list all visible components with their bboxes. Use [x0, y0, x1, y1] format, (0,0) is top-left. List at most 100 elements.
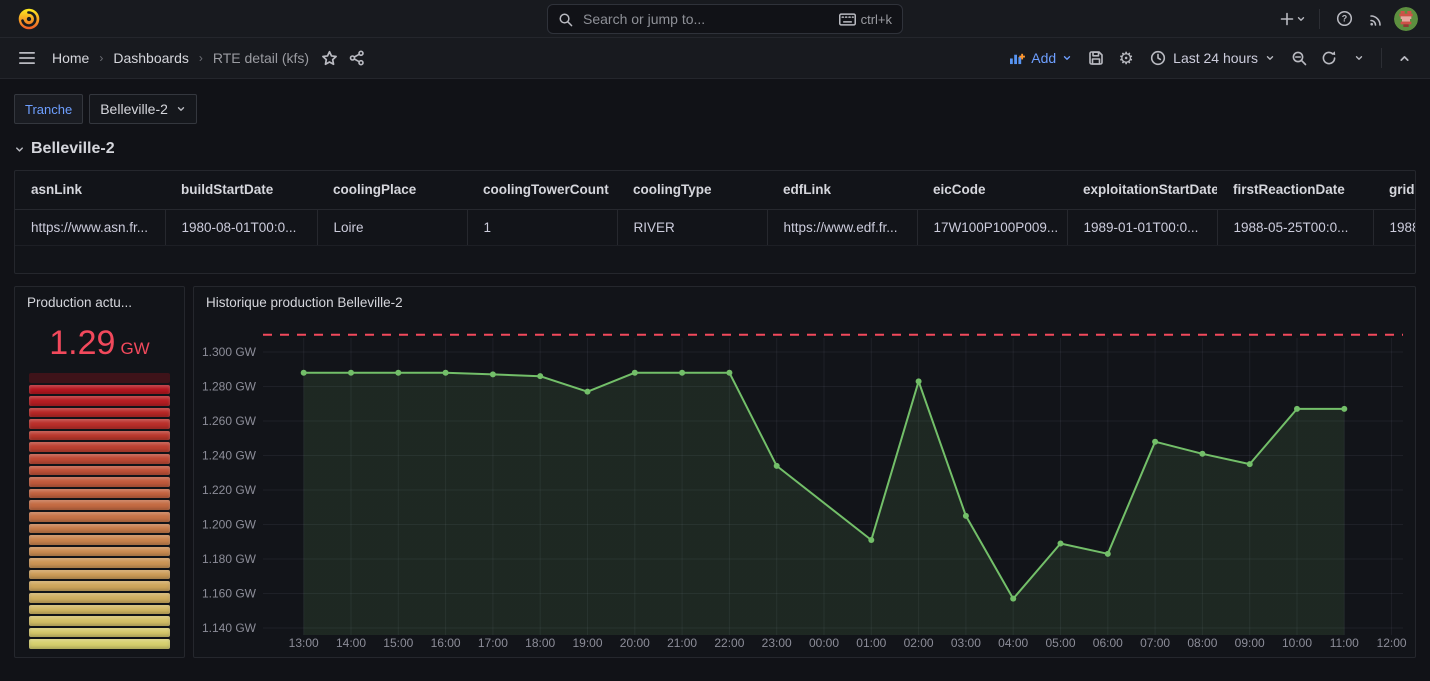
- data-point[interactable]: [443, 370, 449, 376]
- x-axis-tick-label: 22:00: [714, 636, 744, 650]
- time-range-picker[interactable]: Last 24 hours: [1142, 46, 1283, 70]
- data-point[interactable]: [963, 513, 969, 519]
- star-icon: [321, 50, 338, 67]
- grafana-logo-icon[interactable]: [16, 6, 42, 32]
- column-header[interactable]: edfLink: [767, 171, 917, 209]
- production-chart[interactable]: 1.300 GW1.280 GW1.260 GW1.240 GW1.220 GW…: [194, 318, 1415, 654]
- column-header[interactable]: eicCode: [917, 171, 1067, 209]
- data-point[interactable]: [774, 463, 780, 469]
- breadcrumb-home[interactable]: Home: [52, 50, 89, 66]
- x-axis-tick-label: 08:00: [1187, 636, 1217, 650]
- data-point[interactable]: [1247, 461, 1253, 467]
- refresh-button[interactable]: [1315, 44, 1343, 72]
- gauge-segment: [29, 570, 170, 580]
- search-icon: [558, 12, 573, 27]
- add-panel-button[interactable]: Add: [1001, 46, 1080, 70]
- table-cell: Loire: [317, 209, 467, 245]
- data-point[interactable]: [585, 389, 591, 395]
- data-point[interactable]: [1294, 406, 1300, 412]
- column-header[interactable]: coolingPlace: [317, 171, 467, 209]
- column-header[interactable]: asnLink: [15, 171, 165, 209]
- y-axis-tick-label: 1.280 GW: [202, 380, 257, 394]
- data-point[interactable]: [395, 370, 401, 376]
- data-point[interactable]: [301, 370, 307, 376]
- data-point[interactable]: [1010, 596, 1016, 602]
- save-dashboard-button[interactable]: [1082, 44, 1110, 72]
- y-axis-tick-label: 1.140 GW: [202, 621, 257, 635]
- data-point[interactable]: [1152, 439, 1158, 445]
- column-header[interactable]: coolingTowerCount: [467, 171, 617, 209]
- chevron-up-icon: [1398, 52, 1411, 65]
- column-header[interactable]: firstReactionDate: [1217, 171, 1373, 209]
- gauge-segment: [29, 605, 170, 615]
- mega-menu-button[interactable]: [12, 43, 42, 73]
- x-axis-tick-label: 17:00: [478, 636, 508, 650]
- refresh-interval-button[interactable]: [1345, 44, 1373, 72]
- column-header[interactable]: exploitationStartDate: [1067, 171, 1217, 209]
- gauge-segment: [29, 396, 170, 406]
- news-button[interactable]: [1362, 5, 1390, 33]
- time-range-label: Last 24 hours: [1173, 50, 1258, 66]
- data-point[interactable]: [1058, 540, 1064, 546]
- table-cell: 1988: [1373, 209, 1416, 245]
- column-header[interactable]: buildStartDate: [165, 171, 317, 209]
- gauge-value-unit: GW: [120, 339, 149, 358]
- reactor-info-table-panel: asnLinkbuildStartDatecoolingPlacecooling…: [14, 170, 1416, 274]
- top-actions: ?: [1277, 5, 1418, 33]
- gauge-panel-title[interactable]: Production actu...: [15, 287, 184, 318]
- data-point[interactable]: [490, 371, 496, 377]
- data-point[interactable]: [537, 373, 543, 379]
- plus-icon: [1280, 12, 1294, 26]
- zoom-out-time-button[interactable]: [1285, 44, 1313, 72]
- add-label: Add: [1031, 50, 1056, 66]
- data-point[interactable]: [726, 370, 732, 376]
- data-point[interactable]: [679, 370, 685, 376]
- search-input-box[interactable]: ctrl+k: [547, 4, 903, 34]
- avatar-pixel-art: [1394, 7, 1418, 31]
- keyboard-shortcut-hint: ctrl+k: [839, 12, 892, 27]
- column-header[interactable]: grid: [1373, 171, 1416, 209]
- share-icon: [349, 50, 365, 66]
- svg-text:?: ?: [1341, 14, 1346, 24]
- menu-icon: [18, 50, 36, 66]
- dashboard-row-toggle[interactable]: Belleville-2: [0, 124, 1430, 158]
- data-point[interactable]: [1105, 551, 1111, 557]
- data-point[interactable]: [868, 537, 874, 543]
- chevron-down-icon: [1265, 53, 1275, 63]
- gauge-segment: [29, 489, 170, 499]
- gauge-value-number: 1.29: [49, 324, 115, 362]
- chart-panel-title[interactable]: Historique production Belleville-2: [194, 287, 1415, 318]
- x-axis-tick-label: 21:00: [667, 636, 697, 650]
- dashboard-actions: [315, 44, 371, 72]
- x-axis-tick-label: 11:00: [1330, 636, 1359, 650]
- breadcrumb-separator: ›: [199, 51, 203, 65]
- breadcrumb-dashboards[interactable]: Dashboards: [113, 50, 189, 66]
- chevron-down-icon: [1296, 14, 1306, 24]
- user-avatar[interactable]: [1394, 7, 1418, 31]
- share-button[interactable]: [343, 44, 371, 72]
- favorite-button[interactable]: [315, 44, 343, 72]
- gauge-bars: [29, 373, 170, 649]
- production-gauge-panel: Production actu... 1.29 GW: [14, 286, 185, 658]
- data-point[interactable]: [916, 378, 922, 384]
- help-button[interactable]: ?: [1330, 5, 1358, 33]
- variable-value-dropdown[interactable]: Belleville-2: [89, 94, 197, 124]
- row-title: Belleville-2: [31, 140, 115, 158]
- y-axis-tick-label: 1.260 GW: [202, 414, 257, 428]
- data-point[interactable]: [1341, 406, 1347, 412]
- data-point[interactable]: [632, 370, 638, 376]
- chevron-down-icon: [14, 144, 25, 155]
- x-axis-tick-label: 10:00: [1282, 636, 1312, 650]
- gauge-segment: [29, 512, 170, 522]
- collapse-toolbar-button[interactable]: [1390, 44, 1418, 72]
- gauge-segment: [29, 408, 170, 418]
- new-button[interactable]: [1277, 5, 1309, 33]
- data-point[interactable]: [348, 370, 354, 376]
- x-axis-tick-label: 09:00: [1235, 636, 1265, 650]
- search-input[interactable]: [581, 10, 831, 28]
- dashboard-settings-button[interactable]: ⚙: [1112, 44, 1140, 72]
- x-axis-tick-label: 07:00: [1140, 636, 1170, 650]
- column-header[interactable]: coolingType: [617, 171, 767, 209]
- table-cell: RIVER: [617, 209, 767, 245]
- data-point[interactable]: [1199, 451, 1205, 457]
